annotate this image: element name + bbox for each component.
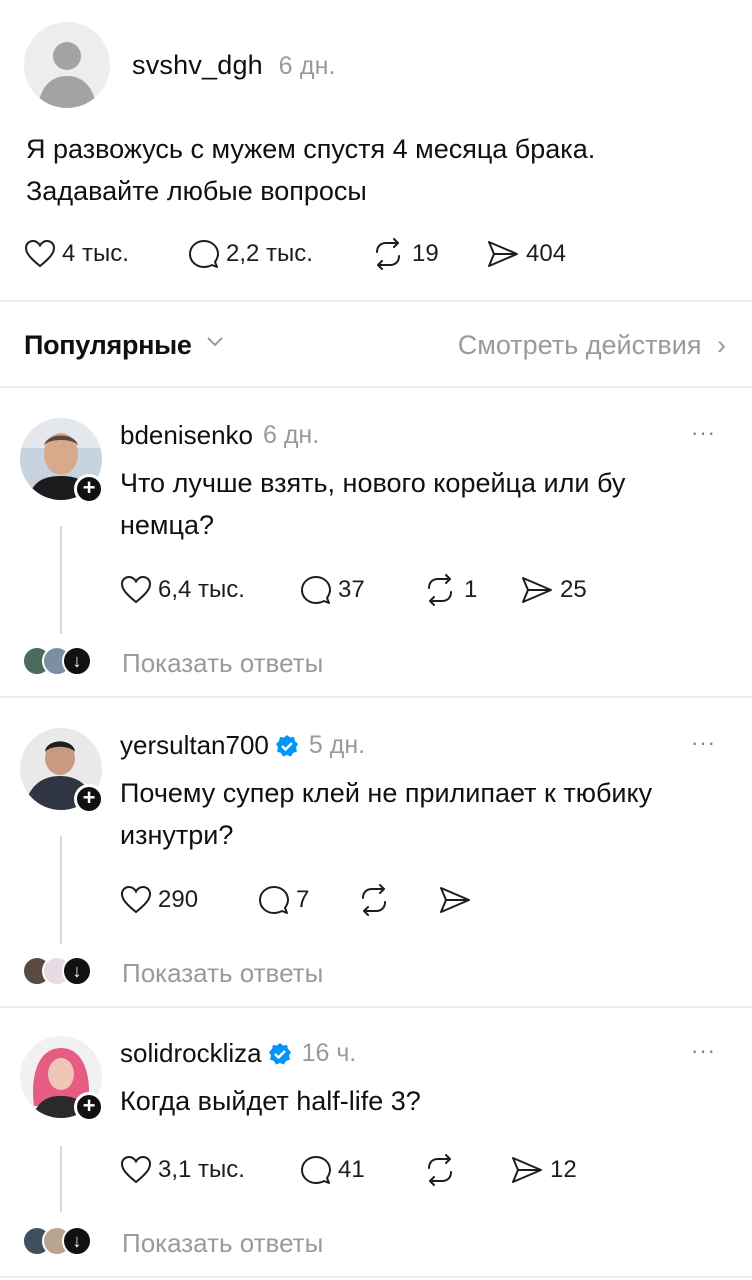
share-button[interactable]: 25 — [520, 572, 587, 608]
like-count: 4 тыс. — [62, 240, 129, 267]
like-button[interactable]: 6,4 тыс. — [120, 572, 245, 608]
comment-item: + bdenisenko 6 дн. ··· Что лучше взять, … — [0, 386, 752, 696]
comment-text: Когда выйдет half-life 3? — [120, 1086, 421, 1116]
comment-timestamp: 6 дн. — [263, 421, 320, 449]
thread-line — [60, 1146, 62, 1212]
comment-icon — [258, 884, 296, 916]
follow-plus-button[interactable]: + — [74, 474, 104, 504]
comment-author-line: yersultan700 5 дн. — [120, 730, 365, 761]
sort-bar: Популярные Смотреть действия › — [0, 300, 752, 386]
comment-button[interactable]: 7 — [258, 882, 309, 918]
comment-text: Почему супер клей не прилипает к тюбику … — [120, 778, 653, 850]
show-replies-link[interactable]: Показать ответы — [122, 648, 323, 679]
heart-icon — [120, 1155, 158, 1185]
repost-icon — [356, 884, 398, 916]
more-options-icon[interactable]: ··· — [691, 420, 716, 446]
like-button[interactable]: 290 — [120, 882, 198, 918]
comment-author-line: solidrockliza 16 ч. — [120, 1038, 356, 1069]
follow-plus-button[interactable]: + — [74, 784, 104, 814]
share-button[interactable]: 12 — [510, 1152, 577, 1188]
share-icon — [510, 1155, 550, 1185]
comment-item: + solidrockliza 16 ч. ··· Когда выйдет h… — [0, 1006, 752, 1276]
comment-button[interactable]: 37 — [300, 572, 365, 608]
original-post: svshv_dgh 6 дн. Я развожусь с мужем спус… — [0, 0, 752, 300]
post-author-name[interactable]: svshv_dgh — [132, 50, 263, 80]
comment-actions: 6,4 тыс. 37 1 25 — [120, 572, 680, 608]
view-activity-link[interactable]: Смотреть действия › — [458, 330, 726, 361]
comment-count: 7 — [296, 886, 310, 913]
comment-author-name[interactable]: yersultan700 — [120, 730, 269, 761]
share-icon — [520, 575, 560, 605]
like-count: 290 — [158, 886, 199, 913]
default-avatar-icon — [24, 22, 110, 108]
thread-line — [60, 836, 62, 944]
comment-timestamp: 16 ч. — [301, 1039, 357, 1067]
post-author-line: svshv_dgh 6 дн. — [132, 50, 336, 81]
share-button[interactable]: 404 — [486, 236, 566, 272]
verified-badge-icon — [268, 1042, 291, 1064]
heart-icon — [120, 885, 158, 915]
comment-actions: 3,1 тыс. 41 12 — [120, 1152, 680, 1188]
share-count: 25 — [560, 576, 587, 603]
share-icon — [486, 239, 526, 269]
show-replies-link[interactable]: Показать ответы — [122, 1228, 323, 1259]
chevron-right-icon: › — [717, 330, 726, 360]
heart-icon — [24, 239, 62, 269]
like-button[interactable]: 3,1 тыс. — [120, 1152, 245, 1188]
comment-author-line: bdenisenko 6 дн. — [120, 420, 319, 451]
share-icon — [438, 885, 478, 915]
comment-count: 41 — [338, 1156, 365, 1183]
reply-avatars[interactable]: ↓ — [22, 1226, 92, 1256]
comment-icon — [300, 574, 338, 606]
reply-avatars[interactable]: ↓ — [22, 956, 92, 986]
heart-icon — [120, 575, 158, 605]
comment-icon — [300, 1154, 338, 1186]
share-count: 404 — [526, 240, 567, 267]
comment-author-name[interactable]: solidrockliza — [120, 1038, 262, 1069]
share-button[interactable] — [438, 882, 478, 918]
like-count: 3,1 тыс. — [158, 1156, 245, 1183]
post-actions: 4 тыс. 2,2 тыс. 19 404 — [24, 236, 724, 272]
like-count: 6,4 тыс. — [158, 576, 245, 603]
arrow-down-icon: ↓ — [62, 956, 92, 986]
repost-icon — [422, 1154, 464, 1186]
arrow-down-icon: ↓ — [62, 1226, 92, 1256]
view-activity-label: Смотреть действия — [457, 330, 702, 360]
arrow-down-icon: ↓ — [62, 646, 92, 676]
repost-button[interactable]: 1 — [422, 572, 477, 608]
post-timestamp: 6 дн. — [278, 52, 336, 80]
chevron-down-icon[interactable] — [206, 336, 224, 348]
comment-count: 37 — [338, 576, 365, 603]
repost-button[interactable] — [356, 882, 398, 918]
comment-button[interactable]: 2,2 тыс. — [188, 236, 313, 272]
post-text: Я развожусь с мужем спустя 4 месяца брак… — [26, 134, 596, 206]
more-options-icon[interactable]: ··· — [691, 1038, 716, 1064]
comment-item: + yersultan700 5 дн. ··· Почему супер кл… — [0, 696, 752, 1006]
repost-button[interactable]: 19 — [370, 236, 439, 272]
follow-plus-button[interactable]: + — [74, 1092, 104, 1122]
comment-actions: 290 7 — [120, 882, 680, 918]
comment-text: Что лучше взять, нового корейца или бу н… — [120, 468, 626, 540]
comment-author-name[interactable]: bdenisenko — [120, 420, 253, 451]
comment-count: 2,2 тыс. — [226, 240, 313, 267]
comment-button[interactable]: 41 — [300, 1152, 365, 1188]
comment-icon — [188, 238, 226, 270]
repost-count: 1 — [464, 576, 478, 603]
post-author-avatar[interactable] — [24, 22, 110, 108]
share-count: 12 — [550, 1156, 577, 1183]
sort-dropdown[interactable]: Популярные — [24, 330, 192, 361]
repost-icon — [370, 238, 412, 270]
repost-icon — [422, 574, 464, 606]
repost-button[interactable] — [422, 1152, 464, 1188]
like-button[interactable]: 4 тыс. — [24, 236, 129, 272]
comment-timestamp: 5 дн. — [308, 731, 366, 759]
thread-line — [60, 526, 62, 634]
reply-avatars[interactable]: ↓ — [22, 646, 92, 676]
verified-badge-icon — [275, 734, 298, 756]
repost-count: 19 — [412, 240, 439, 267]
divider — [0, 1276, 752, 1278]
show-replies-link[interactable]: Показать ответы — [122, 958, 323, 989]
more-options-icon[interactable]: ··· — [691, 730, 716, 756]
